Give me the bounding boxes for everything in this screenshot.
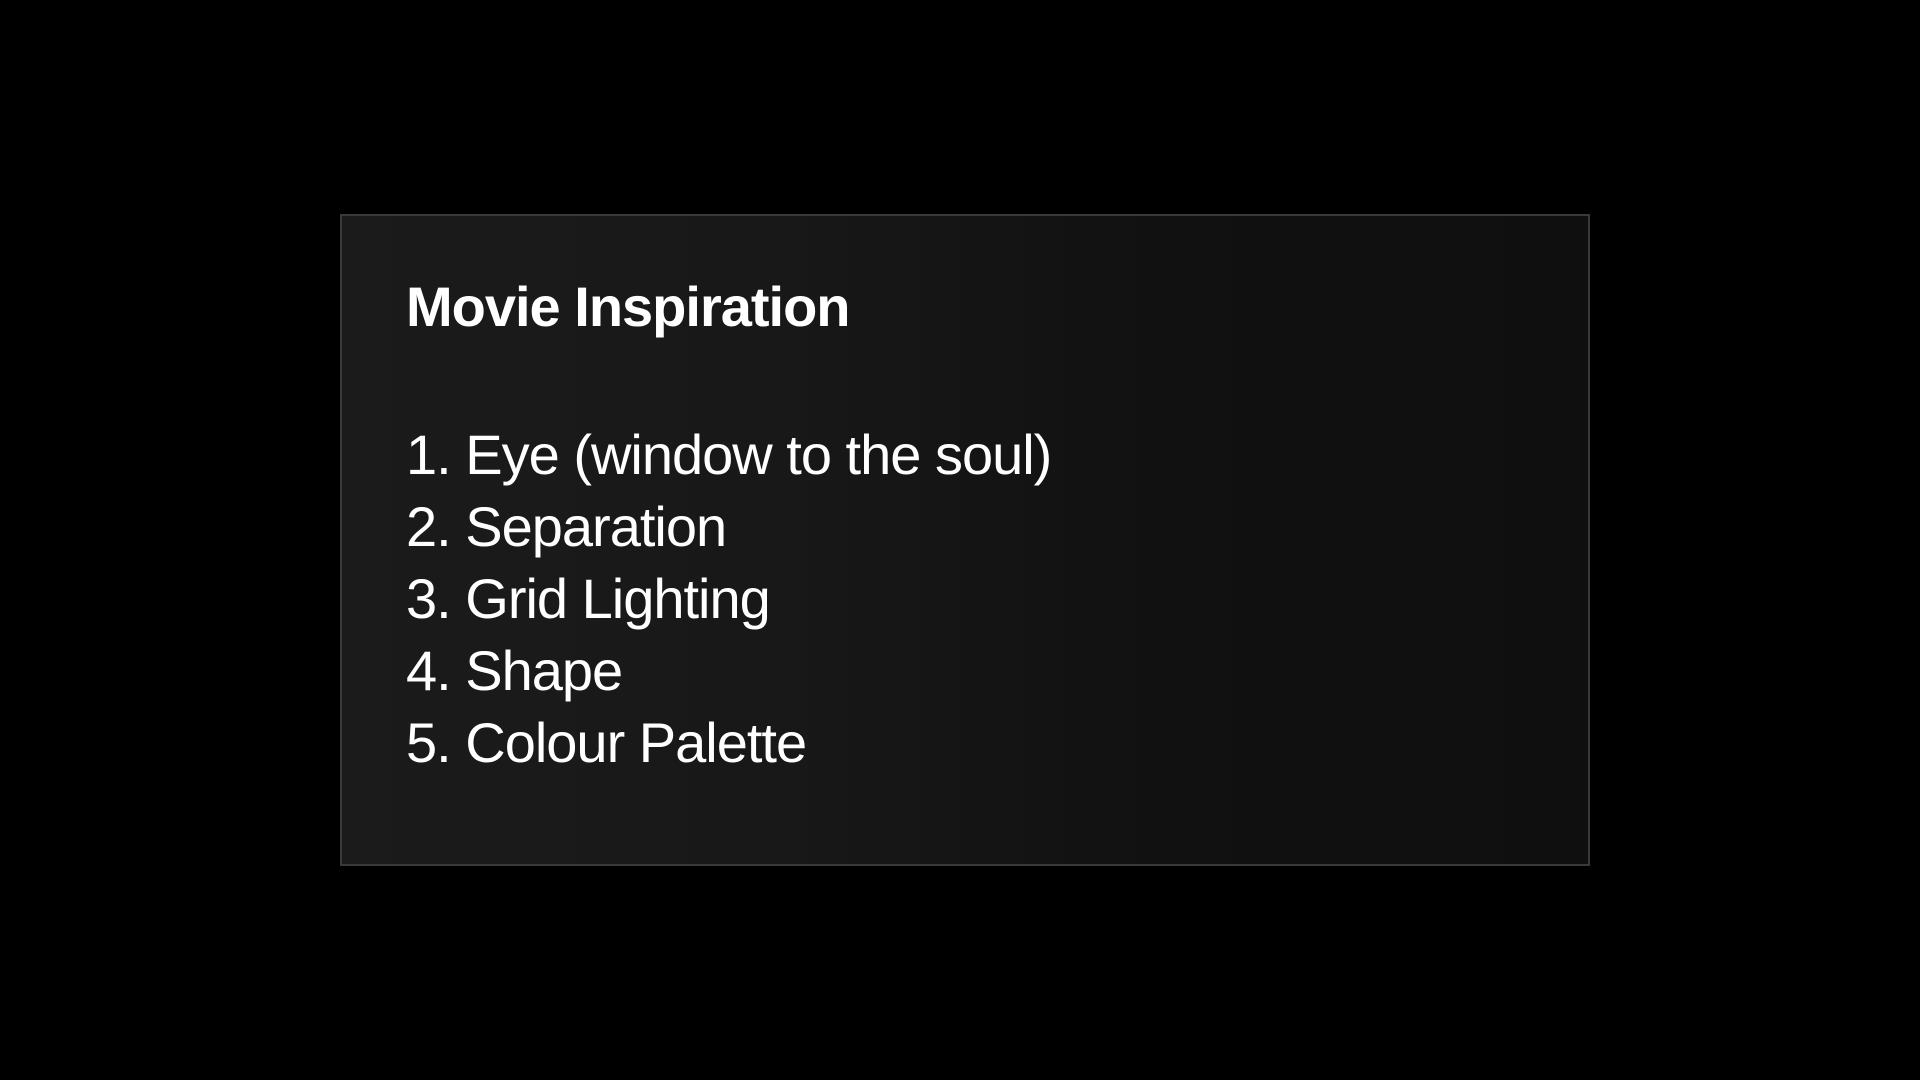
list-item-colour-palette: 5. Colour Palette: [406, 711, 807, 774]
slide-card: Movie Inspiration 1. Eye (window to the …: [340, 214, 1590, 866]
list-item-shape: 4. Shape: [406, 639, 623, 702]
slide-title: Movie Inspiration: [406, 275, 850, 338]
list-item-grid-lighting: 3. Grid Lighting: [406, 567, 771, 630]
list-item-separation: 2. Separation: [406, 495, 727, 558]
list-item-eye: 1. Eye (window to the soul): [406, 423, 1052, 486]
inspiration-list: 1. Eye (window to the soul) 2. Separatio…: [406, 419, 1052, 779]
